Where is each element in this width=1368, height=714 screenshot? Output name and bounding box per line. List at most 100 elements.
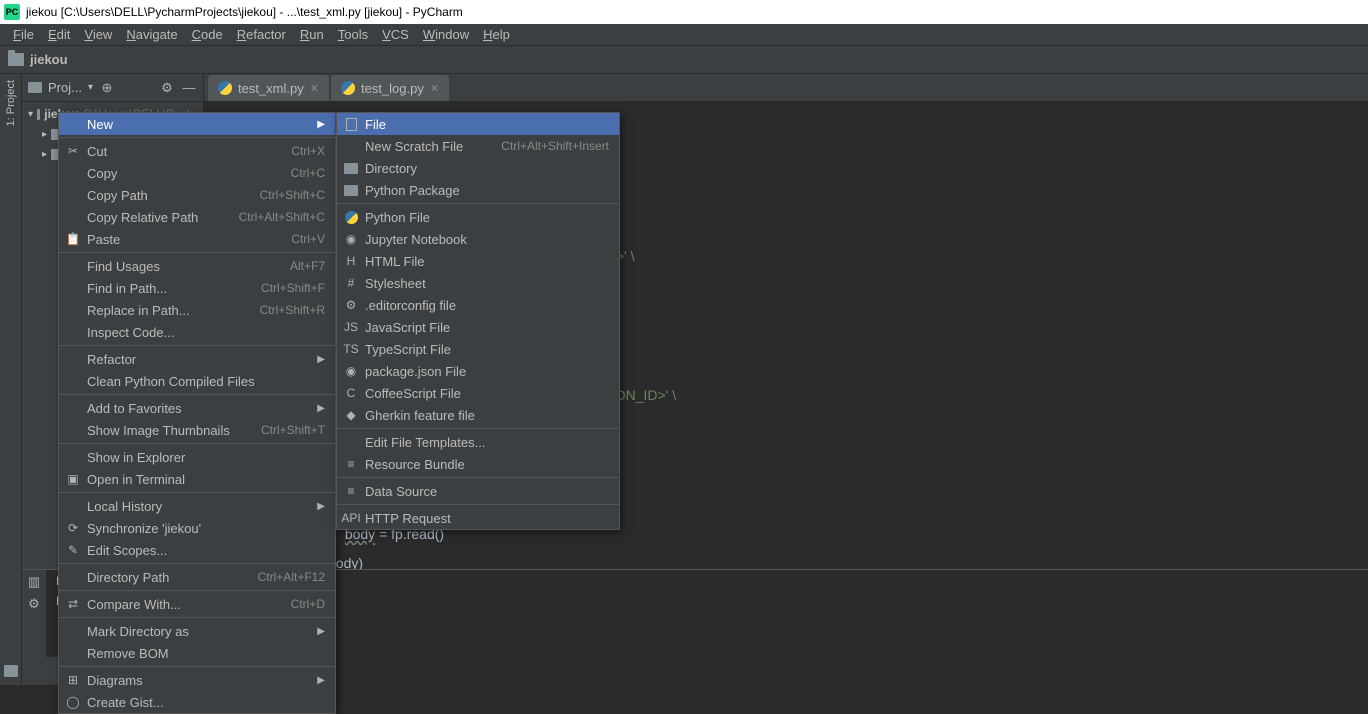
menu-item-label: Compare With... [87, 597, 265, 612]
menu-view[interactable]: View [77, 25, 119, 44]
menu-item[interactable]: Find in Path...Ctrl+Shift+F [59, 277, 335, 299]
menu-vcs[interactable]: VCS [375, 25, 416, 44]
menu-item[interactable]: # Stylesheet [337, 272, 619, 294]
menu-item[interactable]: ⟳Synchronize 'jiekou' [59, 517, 335, 539]
menu-item-label: TypeScript File [365, 342, 609, 357]
menu-item-label: Paste [87, 232, 265, 247]
menu-item[interactable]: Local History▶ [59, 495, 335, 517]
separator [59, 563, 335, 564]
submenu-arrow-icon: ▶ [317, 501, 325, 512]
menu-item[interactable]: CCoffeeScript File [337, 382, 619, 404]
separator [59, 137, 335, 138]
menu-item[interactable]: CopyCtrl+C [59, 162, 335, 184]
menu-item[interactable]: ◯Create Gist... [59, 691, 335, 713]
menu-item-icon: ⊞ [65, 672, 81, 688]
menu-tools[interactable]: Tools [331, 25, 375, 44]
menu-item[interactable]: ⚙.editorconfig file [337, 294, 619, 316]
menu-item-icon [65, 280, 81, 296]
folder-icon [8, 53, 24, 66]
menu-item-icon [65, 165, 81, 181]
menu-item-icon: ✎ [65, 542, 81, 558]
menu-item-label: Remove BOM [87, 646, 325, 661]
menu-item[interactable]: File [337, 113, 619, 135]
menu-item-icon: TS [343, 341, 359, 357]
close-icon[interactable]: ✕ [310, 82, 319, 95]
menu-item[interactable]: Directory PathCtrl+Alt+F12 [59, 566, 335, 588]
menu-window[interactable]: Window [416, 25, 476, 44]
menu-item[interactable]: ⇄Compare With...Ctrl+D [59, 593, 335, 615]
menu-navigate[interactable]: Navigate [119, 25, 184, 44]
menu-run[interactable]: Run [293, 25, 331, 44]
close-icon[interactable]: ✕ [430, 82, 439, 95]
gear-icon[interactable]: ⚙ [159, 80, 175, 96]
menu-item-label: Data Source [365, 484, 609, 499]
menu-item-icon: ≡ [343, 483, 359, 499]
stats-icon[interactable]: ▥ [28, 574, 40, 590]
menu-item[interactable]: ◉package.json File [337, 360, 619, 382]
menu-item[interactable]: Show Image ThumbnailsCtrl+Shift+T [59, 419, 335, 441]
menu-item[interactable]: Inspect Code... [59, 321, 335, 343]
menu-item[interactable]: Mark Directory as▶ [59, 620, 335, 642]
menu-help[interactable]: Help [476, 25, 517, 44]
menu-item[interactable]: Clean Python Compiled Files [59, 370, 335, 392]
menu-shortcut: Ctrl+D [291, 597, 325, 611]
menu-item[interactable]: HHTML File [337, 250, 619, 272]
menu-item[interactable]: ≡ Data Source [337, 480, 619, 502]
menu-bar: FileEditViewNavigateCodeRefactorRunTools… [0, 24, 1368, 46]
menu-item[interactable]: New▶ [59, 113, 335, 135]
editor-tab[interactable]: test_log.py✕ [331, 75, 449, 101]
menu-item-icon [65, 623, 81, 639]
menu-item-icon [65, 498, 81, 514]
menu-item-label: Diagrams [87, 673, 311, 688]
target-icon[interactable]: ⊕ [99, 80, 115, 96]
menu-item[interactable]: Replace in Path...Ctrl+Shift+R [59, 299, 335, 321]
menu-item-icon: ▣ [65, 471, 81, 487]
menu-item[interactable]: New Scratch FileCtrl+Alt+Shift+Insert [337, 135, 619, 157]
settings-icon[interactable]: ⚙ [28, 596, 40, 612]
menu-item[interactable]: 📋PasteCtrl+V [59, 228, 335, 250]
editor-tabs: test_xml.py✕test_log.py✕ [204, 74, 1368, 102]
menu-file[interactable]: File [6, 25, 41, 44]
collapse-icon[interactable]: — [181, 80, 197, 96]
menu-edit[interactable]: Edit [41, 25, 77, 44]
menu-item[interactable]: ⊞ Diagrams ▶ [59, 669, 335, 691]
chevron-down-icon[interactable]: ▾ [88, 82, 93, 93]
breadcrumb-root[interactable]: jiekou [30, 52, 68, 67]
menu-item[interactable]: Directory [337, 157, 619, 179]
menu-item[interactable]: Copy PathCtrl+Shift+C [59, 184, 335, 206]
menu-item[interactable]: Edit File Templates... [337, 431, 619, 453]
menu-item-label: Directory [365, 161, 609, 176]
project-tool-button[interactable]: 1: Project [5, 80, 17, 126]
menu-item-label: New Scratch File [365, 139, 475, 154]
submenu-arrow-icon: ▶ [317, 675, 325, 686]
chevron-right-icon: ▸ [42, 149, 47, 160]
menu-item[interactable]: Find UsagesAlt+F7 [59, 255, 335, 277]
menu-item[interactable]: JSJavaScript File [337, 316, 619, 338]
menu-item[interactable]: Refactor▶ [59, 348, 335, 370]
menu-item[interactable]: ▣Open in Terminal [59, 468, 335, 490]
menu-item-label: Stylesheet [365, 276, 609, 291]
tab-label: test_xml.py [238, 81, 304, 96]
separator [59, 617, 335, 618]
menu-item-icon: H [343, 253, 359, 269]
menu-refactor[interactable]: Refactor [230, 25, 293, 44]
menu-item[interactable]: TS TypeScript File [337, 338, 619, 360]
editor-tab[interactable]: test_xml.py ✕ [208, 75, 329, 101]
menu-item[interactable]: Python Package [337, 179, 619, 201]
menu-item[interactable]: ✂CutCtrl+X [59, 140, 335, 162]
structure-tool-icon[interactable] [4, 665, 18, 677]
menu-item-icon: # [343, 275, 359, 291]
menu-item[interactable]: ◆Gherkin feature file [337, 404, 619, 426]
menu-item[interactable]: ≡Resource Bundle [337, 453, 619, 475]
menu-item[interactable]: APIHTTP Request [337, 507, 619, 529]
menu-item-label: Jupyter Notebook [365, 232, 609, 247]
menu-item[interactable]: Remove BOM [59, 642, 335, 664]
menu-item[interactable]: ✎Edit Scopes... [59, 539, 335, 561]
menu-item[interactable]: Python File [337, 206, 619, 228]
menu-item[interactable]: Show in Explorer [59, 446, 335, 468]
menu-item[interactable]: Copy Relative PathCtrl+Alt+Shift+C [59, 206, 335, 228]
project-view-label[interactable]: Proj... [48, 80, 82, 95]
menu-code[interactable]: Code [185, 25, 230, 44]
menu-item[interactable]: Add to Favorites▶ [59, 397, 335, 419]
menu-item[interactable]: ◉Jupyter Notebook [337, 228, 619, 250]
